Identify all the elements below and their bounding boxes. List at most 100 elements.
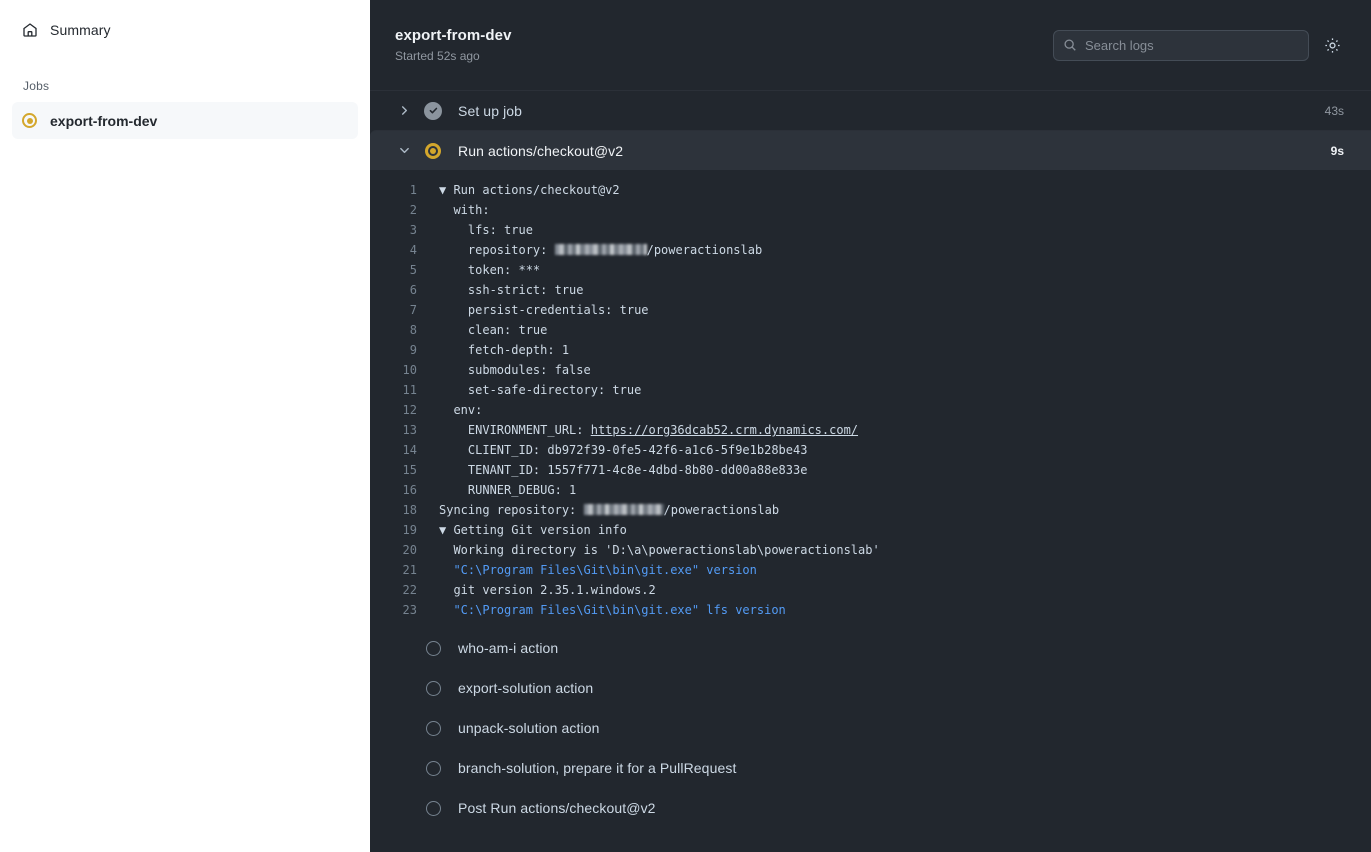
log-line-text: "C:\Program Files\Git\bin\git.exe" versi…	[417, 560, 757, 580]
log-line-text: ssh-strict: true	[417, 280, 584, 300]
step-duration: 9s	[1331, 144, 1344, 158]
log-line-number: 15	[370, 460, 417, 480]
status-pending-icon	[424, 799, 442, 817]
step-name: Set up job	[458, 103, 1325, 119]
log-line-number: 6	[370, 280, 417, 300]
log-line: 7 persist-credentials: true	[370, 300, 1371, 320]
summary-label: Summary	[50, 22, 111, 38]
log-line-text: fetch-depth: 1	[417, 340, 569, 360]
log-panel: export-from-dev Started 52s ago	[370, 0, 1371, 852]
step-row-pending[interactable]: export-solution action	[370, 668, 1371, 708]
log-line: 16 RUNNER_DEBUG: 1	[370, 480, 1371, 500]
log-line-text: set-safe-directory: true	[417, 380, 641, 400]
sidebar-item-export-from-dev[interactable]: export-from-dev	[12, 102, 358, 139]
log-line-number: 18	[370, 500, 417, 520]
environment-url-link[interactable]: https://org36dcab52.crm.dynamics.com/	[591, 423, 858, 437]
log-line-number: 1	[370, 180, 417, 200]
log-line: 4 repository: /poweractionslab	[370, 240, 1371, 260]
sidebar-item-summary[interactable]: Summary	[12, 14, 358, 46]
log-line: 3 lfs: true	[370, 220, 1371, 240]
log-line: 9 fetch-depth: 1	[370, 340, 1371, 360]
status-in-progress-icon	[424, 142, 442, 160]
log-line-text: lfs: true	[417, 220, 533, 240]
step-name: who-am-i action	[458, 640, 1344, 656]
job-label: export-from-dev	[50, 113, 157, 129]
log-line-number: 9	[370, 340, 417, 360]
step-name: Run actions/checkout@v2	[458, 143, 1331, 159]
step-row-set-up-job[interactable]: Set up job 43s	[370, 90, 1371, 130]
run-started-text: Started 52s ago	[395, 49, 512, 63]
log-line-number: 2	[370, 200, 417, 220]
log-header-actions	[1053, 30, 1344, 61]
log-line-number: 7	[370, 300, 417, 320]
log-line-number: 14	[370, 440, 417, 460]
log-line-text: persist-credentials: true	[417, 300, 649, 320]
log-line: 18Syncing repository: /poweractionslab	[370, 500, 1371, 520]
gear-icon[interactable]	[1320, 33, 1344, 57]
status-pending-icon	[424, 639, 442, 657]
step-name: unpack-solution action	[458, 720, 1344, 736]
step-row-pending[interactable]: Post Run actions/checkout@v2	[370, 788, 1371, 828]
log-line-text: repository: /poweractionslab	[417, 240, 762, 260]
page-title: export-from-dev	[395, 27, 512, 44]
log-line: 14 CLIENT_ID: db972f39-0fe5-42f6-a1c6-5f…	[370, 440, 1371, 460]
log-line-number: 21	[370, 560, 417, 580]
log-line-number: 16	[370, 480, 417, 500]
log-line-text: CLIENT_ID: db972f39-0fe5-42f6-a1c6-5f9e1…	[417, 440, 807, 460]
log-line-number: 13	[370, 420, 417, 440]
log-line-text: ▼ Getting Git version info	[417, 520, 627, 540]
status-pending-icon	[424, 679, 442, 697]
log-line: 11 set-safe-directory: true	[370, 380, 1371, 400]
jobs-sidebar: Summary Jobs export-from-dev	[0, 0, 370, 852]
log-line-text: ▼ Run actions/checkout@v2	[417, 180, 620, 200]
log-line: 8 clean: true	[370, 320, 1371, 340]
log-line: 23 "C:\Program Files\Git\bin\git.exe" lf…	[370, 600, 1371, 620]
log-line-number: 10	[370, 360, 417, 380]
log-line-text: TENANT_ID: 1557f771-4c8e-4dbd-8b80-dd00a…	[417, 460, 807, 480]
log-line-text: with:	[417, 200, 490, 220]
log-header-titles: export-from-dev Started 52s ago	[395, 27, 512, 63]
log-line-text[interactable]: ENVIRONMENT_URL: https://org36dcab52.crm…	[417, 420, 858, 440]
search-icon	[1063, 38, 1077, 52]
step-name: export-solution action	[458, 680, 1344, 696]
log-line-text: clean: true	[417, 320, 547, 340]
step-row-run-actions-checkout[interactable]: Run actions/checkout@v2 9s	[370, 130, 1371, 170]
log-line: 12 env:	[370, 400, 1371, 420]
step-row-pending[interactable]: who-am-i action	[370, 628, 1371, 668]
step-name: branch-solution, prepare it for a PullRe…	[458, 760, 1344, 776]
in-progress-icon	[22, 113, 37, 128]
log-line-number: 20	[370, 540, 417, 560]
log-line-text: token: ***	[417, 260, 540, 280]
step-row-pending[interactable]: branch-solution, prepare it for a PullRe…	[370, 748, 1371, 788]
log-line-text: "C:\Program Files\Git\bin\git.exe" lfs v…	[417, 600, 786, 620]
status-pending-icon	[424, 719, 442, 737]
step-row-pending[interactable]: unpack-solution action	[370, 708, 1371, 748]
search-logs-box[interactable]	[1053, 30, 1309, 61]
search-input[interactable]	[1085, 38, 1299, 53]
redacted-owner-name	[555, 244, 647, 255]
log-line: 2 with:	[370, 200, 1371, 220]
log-line-text: env:	[417, 400, 482, 420]
log-line-number: 11	[370, 380, 417, 400]
step-duration: 43s	[1325, 104, 1344, 118]
log-line-text: Syncing repository: /poweractionslab	[417, 500, 779, 520]
log-line: 6 ssh-strict: true	[370, 280, 1371, 300]
chevron-right-icon	[395, 105, 413, 116]
log-line-text: submodules: false	[417, 360, 591, 380]
log-line: 21 "C:\Program Files\Git\bin\git.exe" ve…	[370, 560, 1371, 580]
step-name: Post Run actions/checkout@v2	[458, 800, 1344, 816]
jobs-heading: Jobs	[12, 79, 358, 93]
log-output: 1▼ Run actions/checkout@v22 with:3 lfs: …	[370, 170, 1371, 628]
log-line-number: 4	[370, 240, 417, 260]
log-line: 5 token: ***	[370, 260, 1371, 280]
log-header: export-from-dev Started 52s ago	[370, 0, 1371, 90]
log-line-text: Working directory is 'D:\a\poweractionsl…	[417, 540, 880, 560]
log-line-number: 8	[370, 320, 417, 340]
log-line: 1▼ Run actions/checkout@v2	[370, 180, 1371, 200]
log-line-number: 19	[370, 520, 417, 540]
log-line: 20 Working directory is 'D:\a\poweractio…	[370, 540, 1371, 560]
pending-step-list: who-am-i action export-solution action unp…	[370, 628, 1371, 828]
log-line: 19▼ Getting Git version info	[370, 520, 1371, 540]
log-line-text: git version 2.35.1.windows.2	[417, 580, 656, 600]
log-line-number: 12	[370, 400, 417, 420]
